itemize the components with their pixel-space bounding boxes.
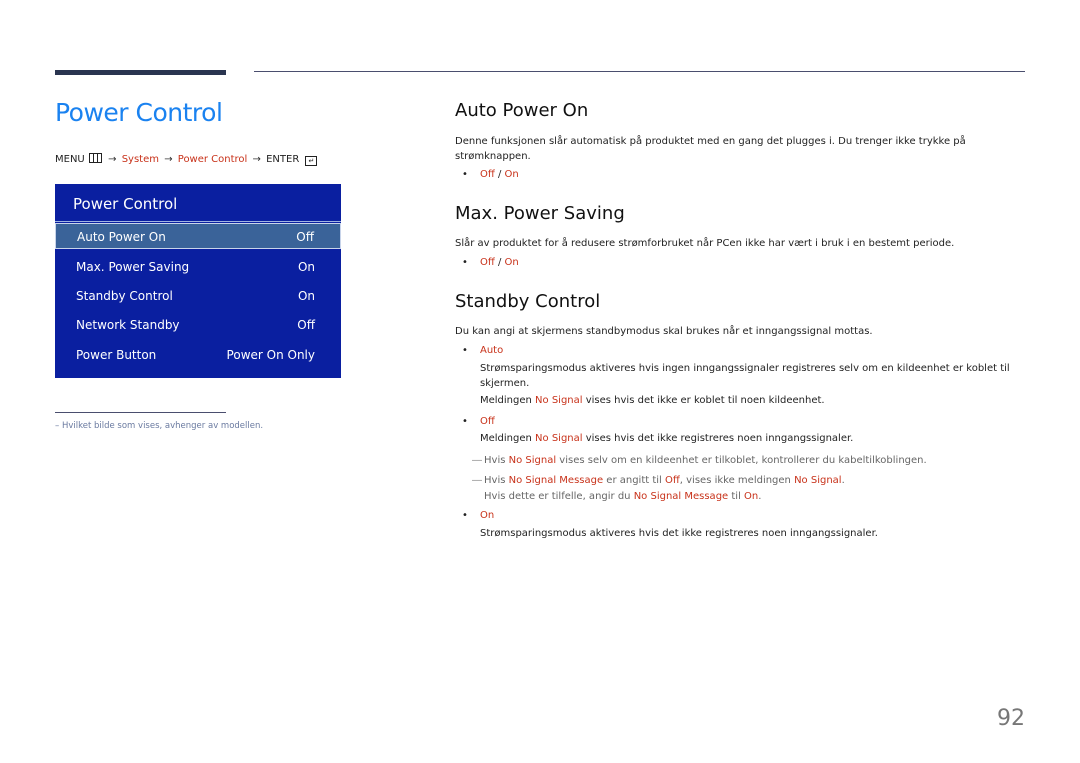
- arrow-icon: →: [108, 154, 117, 165]
- option-auto: Auto: [480, 345, 504, 356]
- page-number: 92: [997, 706, 1025, 731]
- text-segment: Hvis: [484, 475, 509, 486]
- osd-item-value: Off: [296, 230, 314, 244]
- text-segment: Meldingen: [480, 433, 536, 444]
- note-no-signal-message: ― Hvis No Signal Message er angitt til Of…: [472, 473, 845, 489]
- highlight-no-signal: No Signal: [508, 455, 557, 466]
- text-segment: til: [728, 491, 745, 502]
- option-on: On: [504, 169, 519, 180]
- option-separator: /: [494, 169, 505, 180]
- header-rule-thick: [55, 70, 226, 75]
- osd-item-value: Power On Only: [226, 348, 315, 362]
- text-segment: vises hvis det ikke registreres noen inn…: [582, 433, 854, 444]
- note-cable-check: ― Hvis No Signal vises selv om en kildeen…: [472, 453, 927, 469]
- bullet-icon: •: [462, 169, 468, 180]
- osd-item-value: On: [297, 289, 315, 303]
- osd-menu-panel: Power Control Auto Power On Off Max. Pow…: [55, 184, 341, 378]
- option-on: On: [480, 510, 495, 521]
- bullet-icon: •: [462, 257, 468, 268]
- option-on-description: Strømsparingsmodus aktiveres hvis det ik…: [480, 528, 878, 539]
- menu-label: MENU: [55, 154, 85, 165]
- menu-path: MENU → System → Power Control → ENTER ↵: [55, 153, 318, 166]
- menu-path-power-control: Power Control: [177, 154, 248, 165]
- option-list: Off / On: [480, 169, 519, 180]
- option-on: On: [504, 257, 519, 268]
- enter-label: ENTER: [266, 154, 300, 165]
- text-segment: Meldingen: [480, 395, 536, 406]
- note-no-signal-message-line2: Hvis dette er tilfelle, angir du No Sign…: [484, 489, 761, 505]
- option-off: Off: [480, 169, 495, 180]
- highlight-off: Off: [665, 475, 680, 486]
- osd-item-label: Standby Control: [76, 289, 173, 303]
- osd-divider: [55, 221, 341, 222]
- text-segment: vises hvis det ikke er koblet til noen k…: [582, 395, 825, 406]
- arrow-icon: →: [252, 154, 261, 165]
- note-dash-icon: ―: [472, 455, 482, 466]
- header-rule-thin: [254, 71, 1025, 72]
- text-segment: Hvis: [484, 455, 509, 466]
- osd-item-label: Power Button: [76, 348, 157, 362]
- page-title: Power Control: [55, 98, 223, 127]
- highlight-no-signal: No Signal: [535, 395, 583, 406]
- arrow-icon: →: [164, 154, 173, 165]
- section-title-standby-control: Standby Control: [455, 291, 601, 312]
- section-description: Denne funksjonen slår automatisk på prod…: [455, 136, 966, 162]
- option-separator: /: [494, 257, 505, 268]
- highlight-no-signal-message: No Signal Message: [633, 491, 729, 502]
- section-title-max-power-saving: Max. Power Saving: [455, 203, 625, 224]
- osd-item-network-standby[interactable]: Network Standby Off: [55, 312, 341, 338]
- text-segment: .: [758, 491, 762, 502]
- highlight-no-signal: No Signal: [535, 433, 583, 444]
- osd-item-max-power-saving[interactable]: Max. Power Saving On: [55, 254, 341, 280]
- option-off: Off: [480, 416, 495, 427]
- highlight-no-signal: No Signal: [794, 475, 842, 486]
- footnote: – Hvilket bilde som vises, avhenger av m…: [55, 421, 264, 431]
- text-segment: .: [841, 475, 845, 486]
- menu-path-system: System: [121, 154, 159, 165]
- osd-item-auto-power-on[interactable]: Auto Power On Off: [55, 223, 341, 249]
- osd-item-standby-control[interactable]: Standby Control On: [55, 283, 341, 309]
- option-off: Off: [480, 257, 495, 268]
- osd-item-value: Off: [297, 318, 315, 332]
- note-dash-icon: ―: [472, 475, 482, 486]
- text-segment: vises selv om en kildeenhet er tilkoblet…: [556, 455, 927, 466]
- section-description: Du kan angi at skjermens standbymodus sk…: [455, 326, 873, 337]
- text-segment: Hvis dette er tilfelle, angir du: [484, 491, 634, 502]
- option-auto-message: Meldingen No Signal vises hvis det ikke …: [480, 393, 1020, 408]
- option-auto-description: Strømsparingsmodus aktiveres hvis ingen …: [480, 363, 1010, 389]
- text-segment: er angitt til: [603, 475, 666, 486]
- section-title-auto-power-on: Auto Power On: [455, 100, 589, 121]
- osd-item-label: Network Standby: [76, 318, 180, 332]
- osd-item-power-button[interactable]: Power Button Power On Only: [55, 342, 341, 368]
- osd-item-value: On: [297, 260, 315, 274]
- highlight-no-signal-message: No Signal Message: [508, 475, 604, 486]
- bullet-icon: •: [462, 416, 468, 427]
- bullet-icon: •: [462, 510, 468, 521]
- footnote-rule: [55, 412, 226, 413]
- section-description: Slår av produktet for å redusere strømfo…: [455, 238, 955, 249]
- menu-grid-icon: [88, 153, 102, 163]
- osd-item-label: Auto Power On: [77, 230, 166, 244]
- highlight-on: On: [744, 491, 759, 502]
- bullet-icon: •: [462, 345, 468, 356]
- text-segment: , vises ikke meldingen: [679, 475, 795, 486]
- option-list: Off / On: [480, 257, 519, 268]
- osd-item-label: Max. Power Saving: [76, 260, 190, 274]
- option-off-description: Meldingen No Signal vises hvis det ikke …: [480, 431, 1020, 446]
- enter-icon: ↵: [305, 156, 318, 166]
- osd-title: Power Control: [73, 195, 178, 213]
